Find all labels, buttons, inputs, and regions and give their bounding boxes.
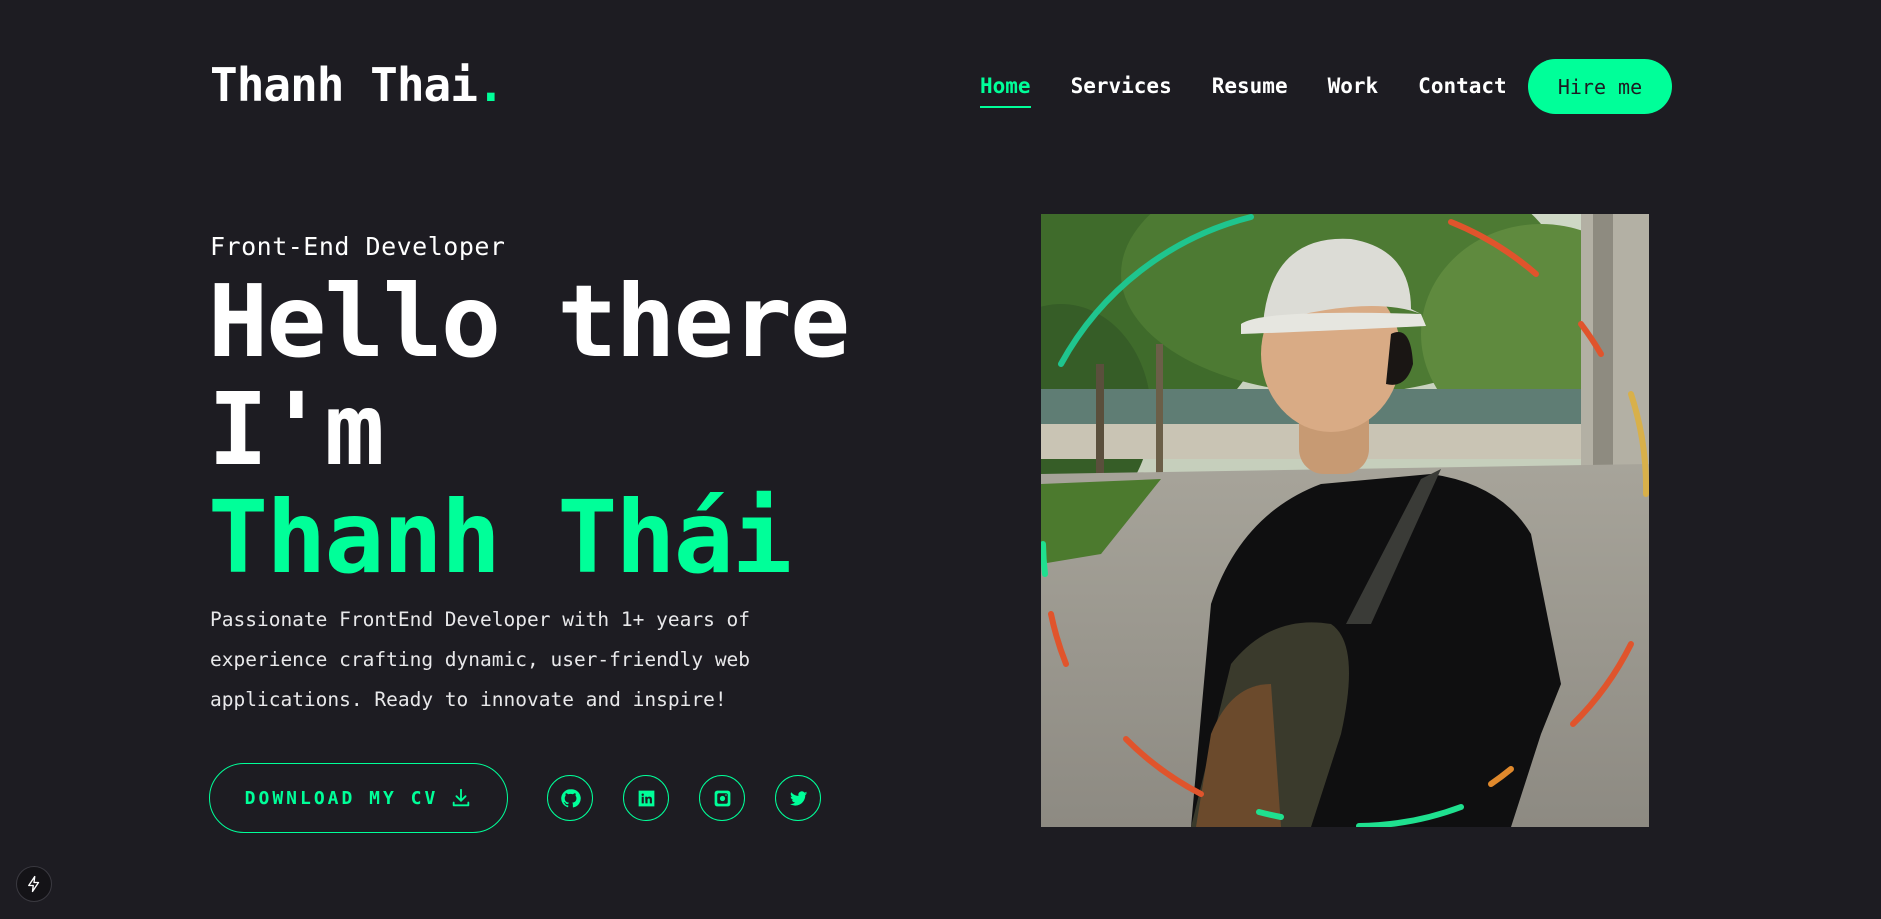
lightning-icon <box>28 875 40 893</box>
hero-description: Passionate FrontEnd Developer with 1+ ye… <box>210 608 751 711</box>
logo-dot: . <box>476 58 505 112</box>
download-icon <box>453 788 470 807</box>
profile-photo <box>1041 214 1649 827</box>
hero-line-1: Hello there <box>208 263 850 380</box>
instagram-icon <box>714 790 730 806</box>
main-nav: Home Services Resume Work Contact <box>980 58 1547 108</box>
nav-services[interactable]: Services <box>1071 74 1172 108</box>
linkedin-link[interactable] <box>623 775 669 821</box>
github-icon <box>560 788 581 807</box>
portfolio-page: Thanh Thai. Home Services Resume Work Co… <box>0 0 1881 919</box>
hero-role: Front-End Developer <box>210 232 506 261</box>
logo-text: Thanh Thai <box>210 58 478 112</box>
hero-line-2: I'm <box>208 371 385 488</box>
github-link[interactable] <box>547 775 593 821</box>
dev-tools-button[interactable] <box>16 866 52 902</box>
instagram-link[interactable] <box>699 775 745 821</box>
site-logo[interactable]: Thanh Thai. <box>210 58 505 112</box>
nav-contact[interactable]: Contact <box>1418 74 1507 108</box>
social-links <box>547 775 821 821</box>
download-cv-label: DOWNLOAD MY CV <box>244 787 439 809</box>
nav-home[interactable]: Home <box>980 74 1031 108</box>
nav-resume[interactable]: Resume <box>1212 74 1288 108</box>
hire-me-button[interactable]: Hire me <box>1528 59 1672 114</box>
hero-heading: Hello there I'm Thanh Thái <box>208 263 850 596</box>
download-cv-button[interactable]: DOWNLOAD MY CV <box>209 763 508 833</box>
nav-work[interactable]: Work <box>1328 74 1379 108</box>
twitter-icon <box>789 790 807 806</box>
linkedin-icon <box>638 790 654 806</box>
hero-name: Thanh Thái <box>208 479 792 596</box>
twitter-link[interactable] <box>775 775 821 821</box>
profile-photo-image <box>1041 214 1649 827</box>
